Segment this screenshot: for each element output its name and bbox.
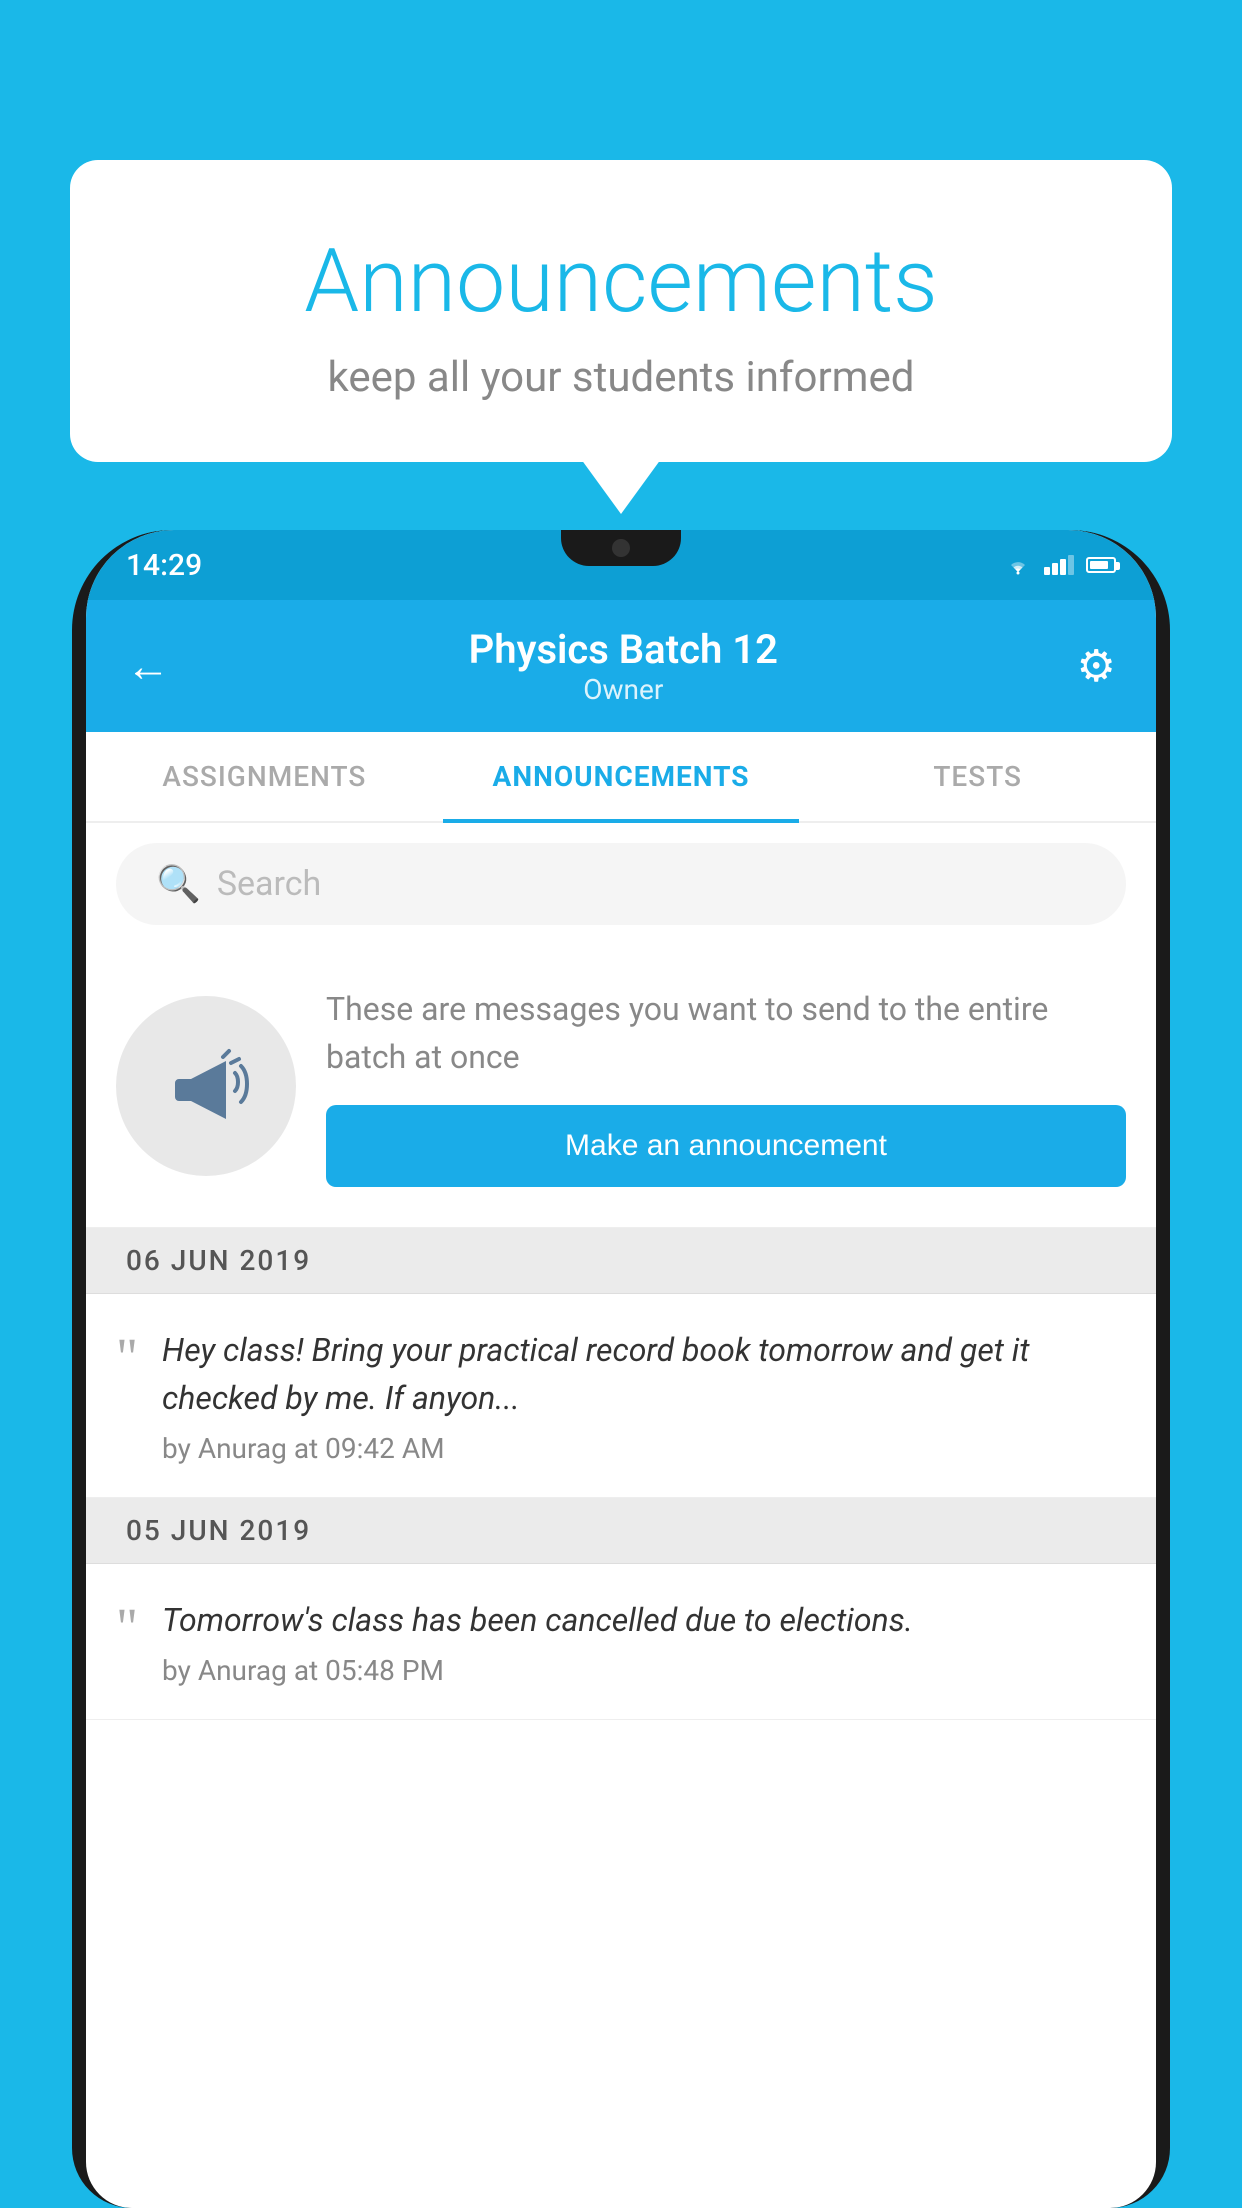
status-time: 14:29 [126,548,202,583]
header-center: Physics Batch 12 Owner [469,626,778,706]
announcement-item-1[interactable]: " Hey class! Bring your practical record… [86,1294,1156,1498]
status-bar: 14:29 [86,530,1156,600]
phone-screen: 14:29 [86,530,1156,2208]
notch [561,530,681,566]
tab-bar: ASSIGNMENTS ANNOUNCEMENTS TESTS [86,732,1156,823]
megaphone-circle [116,996,296,1176]
tab-assignments[interactable]: ASSIGNMENTS [86,732,443,821]
announcement-text-1: Hey class! Bring your practical record b… [162,1326,1126,1422]
battery-icon [1086,557,1116,573]
batch-role: Owner [469,673,778,706]
tab-tests[interactable]: TESTS [799,732,1156,821]
cta-description: These are messages you want to send to t… [326,985,1126,1081]
search-container: 🔍 Search [86,823,1156,945]
bubble-title: Announcements [130,230,1112,333]
wifi-icon [1004,554,1032,576]
batch-title: Physics Batch 12 [469,626,778,673]
notch-camera [612,539,630,557]
status-icons [1004,554,1116,576]
make-announcement-button[interactable]: Make an announcement [326,1105,1126,1187]
announcement-cta: These are messages you want to send to t… [86,945,1156,1228]
announcement-meta-1: by Anurag at 09:42 AM [162,1432,1126,1465]
search-placeholder: Search [217,864,321,904]
megaphone-icon [161,1041,251,1131]
announcement-content-2: Tomorrow's class has been cancelled due … [162,1596,1126,1687]
announcement-item-2[interactable]: " Tomorrow's class has been cancelled du… [86,1564,1156,1720]
announcement-meta-2: by Anurag at 05:48 PM [162,1654,1126,1687]
quote-icon-1: " [116,1330,138,1384]
speech-bubble-container: Announcements keep all your students inf… [70,160,1172,462]
search-bar[interactable]: 🔍 Search [116,843,1126,925]
announcement-text-2: Tomorrow's class has been cancelled due … [162,1596,1126,1644]
bubble-subtitle: keep all your students informed [130,353,1112,402]
quote-icon-2: " [116,1600,138,1654]
tab-announcements[interactable]: ANNOUNCEMENTS [443,732,800,821]
settings-button[interactable]: ⚙ [1077,640,1116,692]
announcement-content-1: Hey class! Bring your practical record b… [162,1326,1126,1465]
app-header: ← Physics Batch 12 Owner ⚙ [86,600,1156,732]
speech-bubble: Announcements keep all your students inf… [70,160,1172,462]
cta-right: These are messages you want to send to t… [326,985,1126,1187]
signal-icon [1044,555,1074,575]
back-button[interactable]: ← [126,640,170,692]
search-icon: 🔍 [156,863,201,905]
phone-frame: 14:29 [72,530,1170,2208]
date-separator-2: 05 JUN 2019 [86,1498,1156,1564]
date-separator-1: 06 JUN 2019 [86,1228,1156,1294]
